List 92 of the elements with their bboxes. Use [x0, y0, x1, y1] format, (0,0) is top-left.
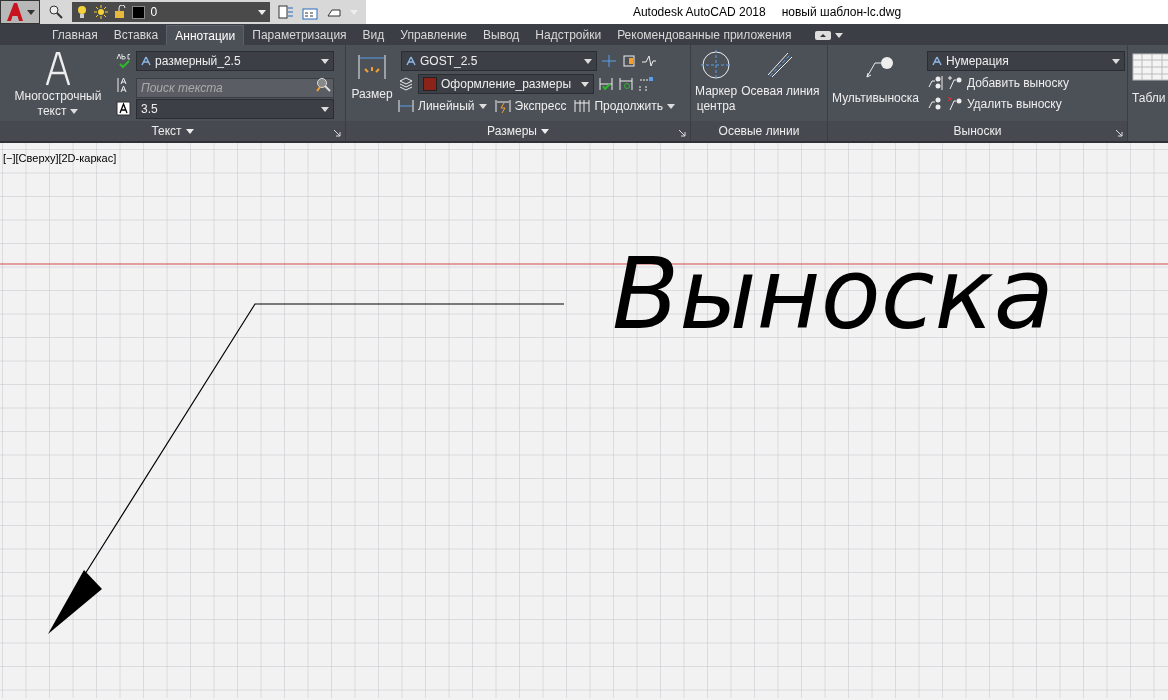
remove-leader-icon[interactable] — [946, 96, 963, 112]
style-icon — [406, 56, 416, 66]
multiline-text-icon — [45, 52, 71, 86]
caret-icon — [185, 128, 194, 134]
unlocked-padlock-icon[interactable] — [113, 5, 126, 19]
layer-dropdown[interactable]: Оформление_размеры — [418, 74, 594, 94]
viewport-control[interactable]: [2D-каркас] — [58, 150, 117, 167]
remove-leader-button[interactable]: Удалить выноску — [946, 95, 1062, 113]
layer-value: Оформление_размеры — [441, 76, 572, 93]
multileader-button[interactable]: Мультивыноска — [832, 49, 919, 121]
text-height-icon[interactable] — [116, 101, 132, 117]
multiline-text-button[interactable]: Многострочный текст — [4, 49, 112, 121]
ribbon-tab[interactable]: Управление — [392, 25, 475, 45]
dimension-text-icon[interactable] — [621, 53, 637, 69]
caret-icon — [321, 106, 329, 112]
center-mark-button[interactable]: Маркер центра — [695, 49, 738, 121]
file-name: новый шаблон-lc.dwg — [781, 4, 902, 21]
dimension-break-icon[interactable] — [638, 76, 654, 92]
multileader-style-value: Нумерация — [945, 53, 1009, 70]
text-style-value: размерный_2.5 — [155, 53, 241, 70]
table-button[interactable]: Табли — [1132, 53, 1168, 107]
continue-dimension-button[interactable]: Продолжить — [574, 97, 675, 115]
panel-toggle-icon[interactable] — [815, 30, 832, 40]
text-style-dropdown[interactable]: размерный_2.5 — [136, 51, 334, 71]
drawing-canvas[interactable]: Выноска [−][Сверху][2D-каркас] — [0, 143, 1168, 700]
text-height-value: 3.5 — [141, 101, 158, 118]
dialog-launcher-icon[interactable] — [334, 130, 341, 137]
add-leader-button[interactable]: Добавить выноску — [946, 74, 1069, 92]
zoom-icon[interactable] — [47, 4, 64, 20]
application-title: Autodesk AutoCAD 2018 — [632, 4, 766, 21]
caret-icon — [258, 9, 266, 15]
caret-icon — [26, 9, 35, 15]
ribbon-tab[interactable]: Аннотации — [166, 25, 245, 45]
style-icon — [931, 56, 942, 66]
ribbon-tab[interactable]: Вывод — [475, 25, 528, 45]
find-text-field[interactable]: Поиск текста — [136, 78, 334, 98]
center-mark-icon[interactable] — [700, 49, 733, 81]
layer-color-swatch — [423, 77, 437, 91]
linear-dimension-icon[interactable] — [398, 98, 414, 114]
quick-dimension-icon[interactable] — [494, 98, 511, 114]
ribbon-tab[interactable]: Надстройки — [527, 25, 610, 45]
ribbon-tab[interactable]: Параметризация — [244, 25, 355, 45]
ribbon-tab[interactable]: Главная — [44, 25, 106, 45]
magnifier-icon[interactable] — [315, 77, 331, 93]
caret-icon — [540, 128, 549, 134]
dimension-icon[interactable] — [357, 53, 387, 81]
dimension-button[interactable]: Размер — [350, 49, 394, 121]
sun-icon[interactable] — [93, 5, 108, 19]
logo-icon — [4, 2, 25, 22]
align-leaders-icon[interactable] — [926, 75, 943, 91]
add-leader-icon[interactable] — [946, 75, 963, 91]
spell-check-icon[interactable] — [116, 53, 132, 69]
ribbon-tab[interactable]: Вид — [354, 25, 393, 45]
panel-title[interactable]: Текст — [151, 122, 182, 140]
continue-dimension-icon[interactable] — [574, 98, 591, 114]
dimension-check-icon[interactable] — [598, 76, 614, 92]
layer-dropdown[interactable]: 0 — [71, 2, 270, 22]
dimension-update-icon[interactable] — [618, 76, 634, 92]
table-icon[interactable] — [1132, 53, 1168, 81]
caret-icon — [321, 58, 329, 64]
text-height-dropdown[interactable]: 3.5 — [136, 99, 334, 119]
ribbon-tab[interactable]: Вставка — [105, 25, 167, 45]
collect-leaders-icon[interactable] — [926, 96, 943, 112]
jog-line-icon[interactable] — [641, 53, 657, 69]
dimension-style-dropdown[interactable]: GOST_2.5 — [401, 51, 597, 71]
dialog-launcher-icon[interactable] — [1116, 130, 1123, 137]
layer-color-swatch — [131, 5, 145, 19]
caret-icon — [584, 58, 592, 64]
caret-icon — [1111, 58, 1120, 64]
layer-name: 0 — [150, 4, 159, 21]
linear-dimension-button[interactable]: Линейный — [398, 97, 487, 115]
dimension-style-value: GOST_2.5 — [420, 53, 478, 70]
panel-title[interactable]: Выноски — [953, 122, 1002, 140]
lightbulb-icon[interactable] — [75, 5, 88, 19]
dialog-launcher-icon[interactable] — [679, 130, 686, 137]
multileader-style-dropdown[interactable]: Нумерация — [926, 51, 1125, 71]
caret-icon — [667, 103, 675, 109]
application-menu-button[interactable] — [0, 0, 40, 24]
layers-icon[interactable] — [398, 76, 414, 92]
centerline-button[interactable]: Осевая линия — [741, 49, 820, 121]
panel-title[interactable]: Размеры — [487, 122, 537, 140]
caret-icon — [581, 81, 589, 87]
caret-icon — [835, 32, 844, 38]
ribbon-tab[interactable]: Рекомендованные приложения — [609, 25, 800, 45]
viewport-control[interactable]: [Сверху] — [15, 150, 59, 167]
layer-properties-icon[interactable] — [278, 4, 294, 20]
style-icon — [141, 56, 151, 66]
caret-icon — [478, 103, 487, 109]
viewport-control[interactable]: [−] — [3, 150, 16, 167]
quick-dimension-button[interactable]: Экспресс — [494, 97, 567, 115]
caret-icon — [70, 109, 79, 114]
leader-text: Выноска — [612, 245, 1054, 343]
